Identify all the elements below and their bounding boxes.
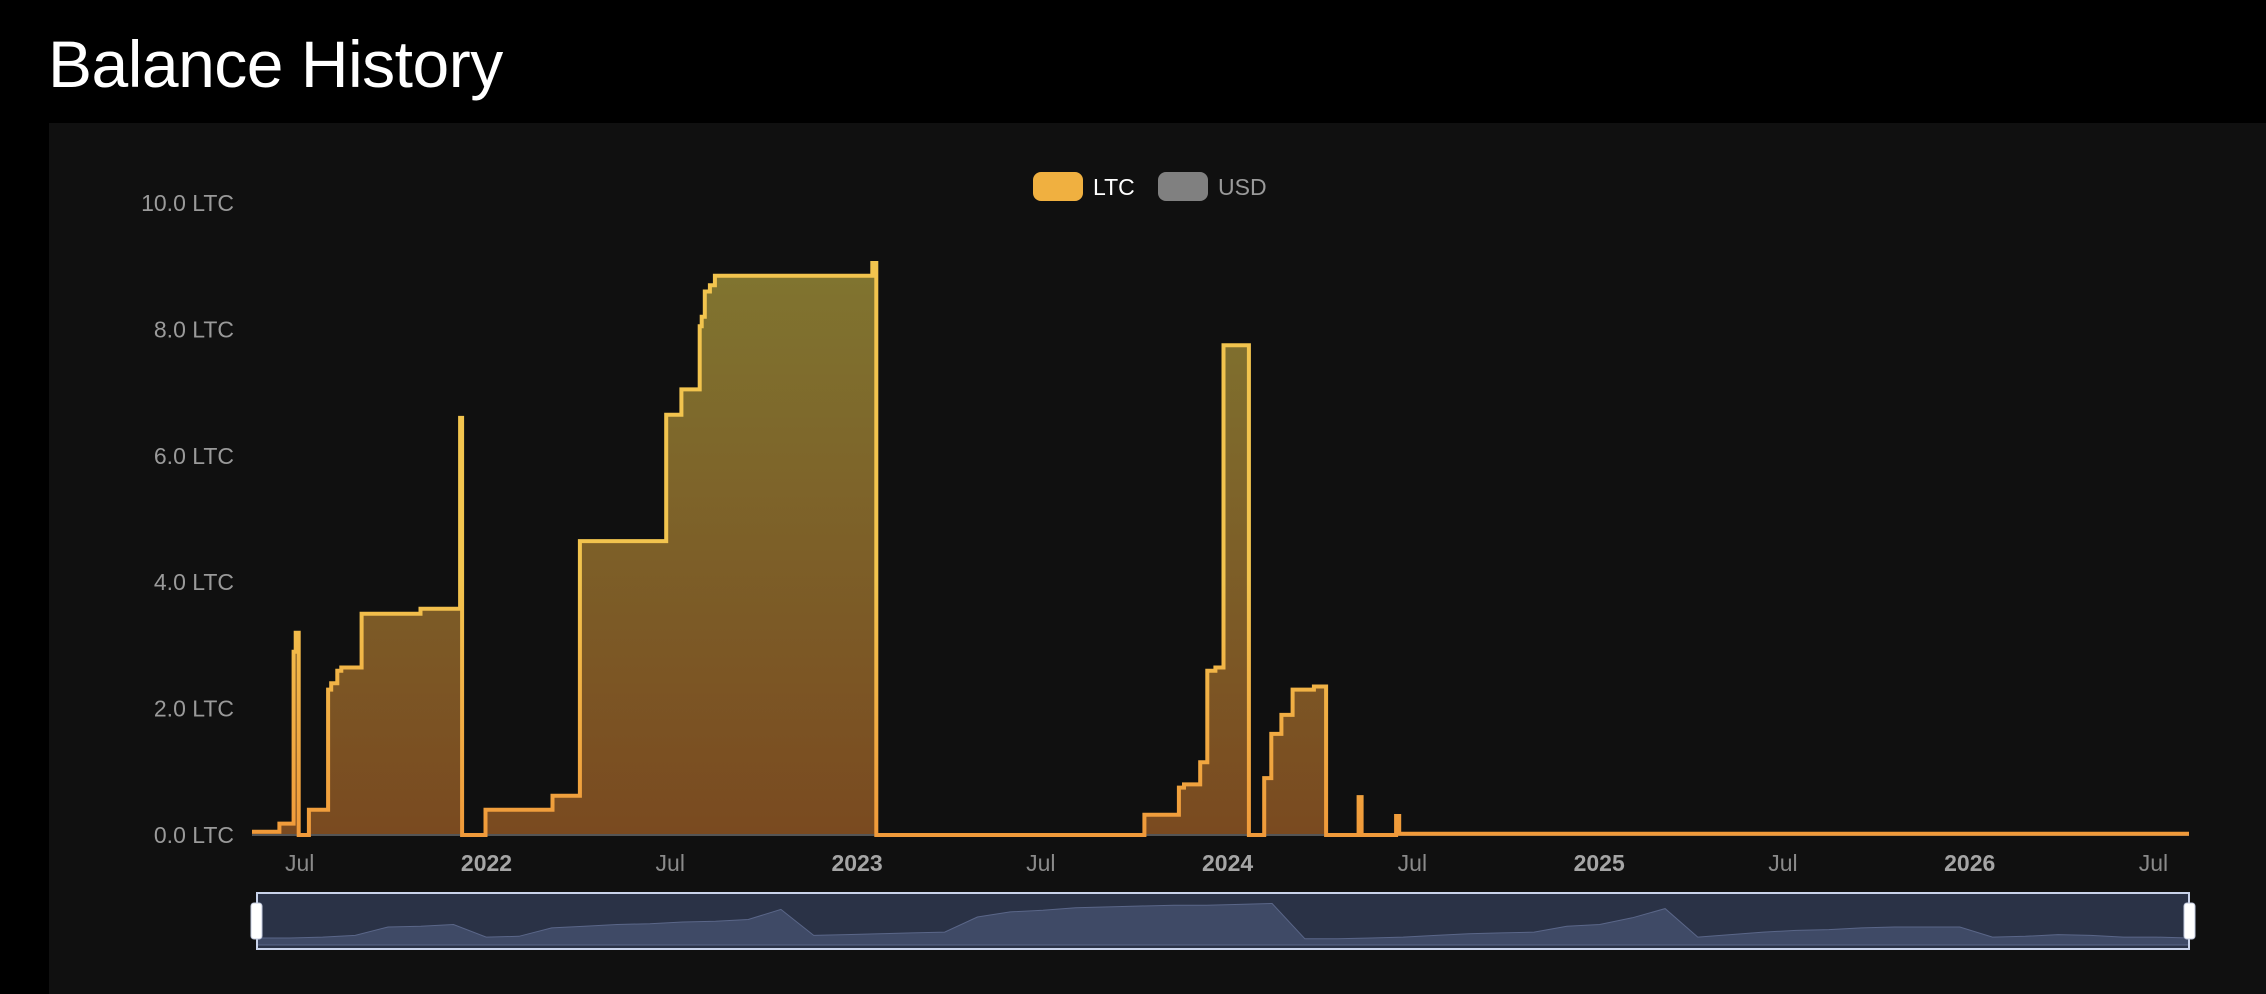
page-title: Balance History bbox=[48, 27, 503, 101]
legend-item-usd[interactable]: USD bbox=[1158, 172, 1267, 201]
legend-label-ltc[interactable]: LTC bbox=[1093, 174, 1135, 200]
range-navigator[interactable] bbox=[250, 892, 2196, 950]
x-tick-label: 2024 bbox=[1202, 850, 1253, 876]
x-tick-label: Jul bbox=[285, 850, 314, 876]
navigator-handle-right[interactable] bbox=[2183, 902, 2196, 940]
chart-svg: LTC USD 0.0 LTC 2.0 LTC 4.0 LTC 6.0 LTC 8.0 L… bbox=[141, 172, 2196, 950]
y-tick-label: 8.0 LTC bbox=[154, 316, 234, 342]
x-axis: Jul 2022 Jul 2023 Jul 2024 Jul 2025 Jul 2026 Jul bbox=[285, 850, 2168, 876]
y-tick-label: 2.0 LTC bbox=[154, 696, 234, 722]
y-tick-label: 4.0 LTC bbox=[154, 569, 234, 595]
x-tick-label: 2022 bbox=[461, 850, 512, 876]
x-tick-label: Jul bbox=[1768, 850, 1797, 876]
navigator-handle-left[interactable] bbox=[250, 902, 263, 940]
chart-legend: LTC USD bbox=[1033, 172, 1267, 201]
legend-label-usd[interactable]: USD bbox=[1218, 174, 1267, 200]
y-axis: 0.0 LTC 2.0 LTC 4.0 LTC 6.0 LTC 8.0 LTC 10.0 … bbox=[141, 190, 234, 848]
plot-area bbox=[252, 261, 2189, 837]
x-tick-label: 2023 bbox=[831, 850, 882, 876]
legend-swatch-usd[interactable] bbox=[1158, 172, 1208, 201]
x-tick-label: Jul bbox=[1026, 850, 1055, 876]
legend-item-ltc[interactable]: LTC bbox=[1033, 172, 1135, 201]
x-tick-label: 2026 bbox=[1944, 850, 1995, 876]
x-tick-label: Jul bbox=[656, 850, 685, 876]
y-tick-label: 0.0 LTC bbox=[154, 822, 234, 848]
x-tick-label: Jul bbox=[2139, 850, 2168, 876]
x-tick-label: 2025 bbox=[1574, 850, 1625, 876]
y-tick-label: 6.0 LTC bbox=[154, 443, 234, 469]
y-tick-label: 10.0 LTC bbox=[141, 190, 234, 216]
legend-swatch-ltc[interactable] bbox=[1033, 172, 1083, 201]
balance-history-chart: LTC USD 0.0 LTC 2.0 LTC 4.0 LTC 6.0 LTC 8.0 L… bbox=[49, 123, 2266, 994]
x-tick-label: Jul bbox=[1398, 850, 1427, 876]
ltc-area-fill bbox=[252, 263, 2189, 835]
